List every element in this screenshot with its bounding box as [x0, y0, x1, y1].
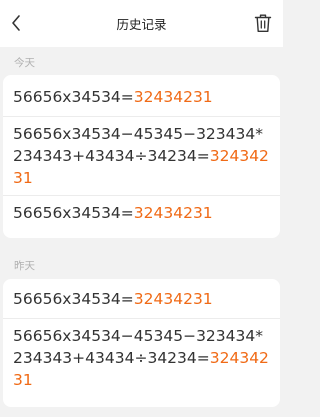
page-title: 历史记录	[116, 17, 167, 32]
trash-icon	[254, 14, 272, 32]
history-entry[interactable]: 56656x34534−45345−323434*234343+43434÷34…	[3, 319, 280, 397]
history-card-today: 56656x34534=32434231 56656x34534−45345−3…	[3, 75, 280, 238]
history-entry[interactable]: 56656x34534=32434231	[3, 196, 280, 232]
nav-bar: 历史记录	[0, 0, 283, 47]
expression-text: 56656x34534=	[13, 88, 134, 106]
history-entry[interactable]: 56656x34534=32434231	[3, 279, 280, 318]
expression-text: 56656x34534=	[13, 204, 134, 222]
history-card-yesterday: 56656x34534=32434231 56656x34534−45345−3…	[3, 279, 280, 407]
section-label-today: 今天	[14, 57, 35, 69]
result-text: 32434231	[133, 204, 213, 222]
history-entry[interactable]: 56656x34534−45345−323434*234343+43434÷34…	[3, 117, 280, 195]
expression-text: 56656x34534=	[13, 290, 134, 308]
result-text: 32434231	[133, 88, 213, 106]
clear-history-button[interactable]	[252, 12, 274, 34]
history-entry[interactable]: 56656x34534=32434231	[3, 75, 280, 116]
result-text: 32434231	[133, 290, 213, 308]
section-label-yesterday: 昨天	[14, 260, 35, 272]
